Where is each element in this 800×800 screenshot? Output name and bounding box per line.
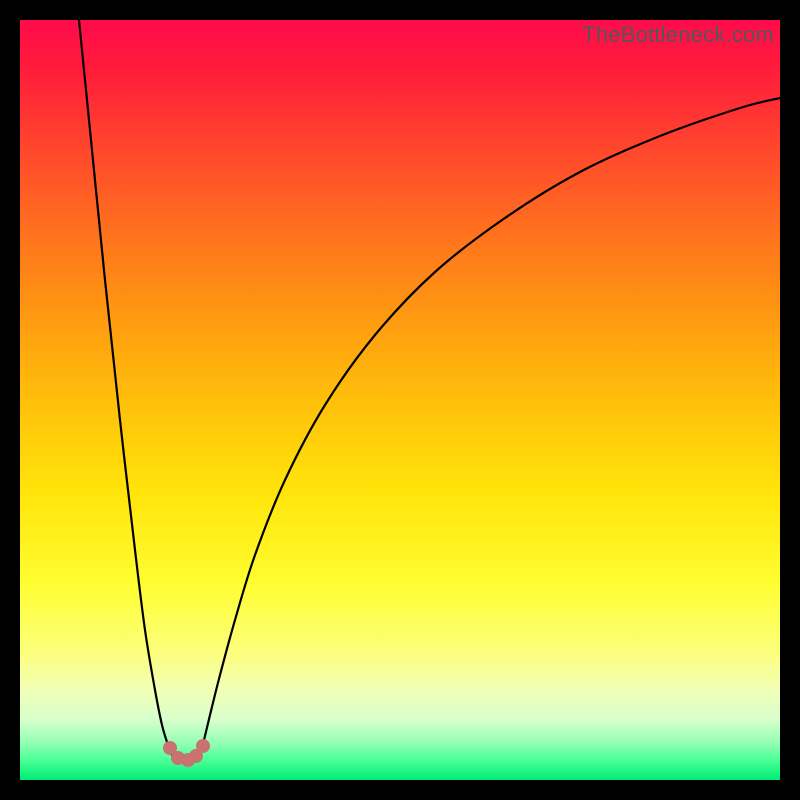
bottleneck-curve [20,20,780,780]
plot-area: TheBottleneck.com [20,20,780,780]
bottleneck-curve-path [75,20,780,760]
valley-dot [197,740,210,753]
valley-dots-group [164,740,210,767]
